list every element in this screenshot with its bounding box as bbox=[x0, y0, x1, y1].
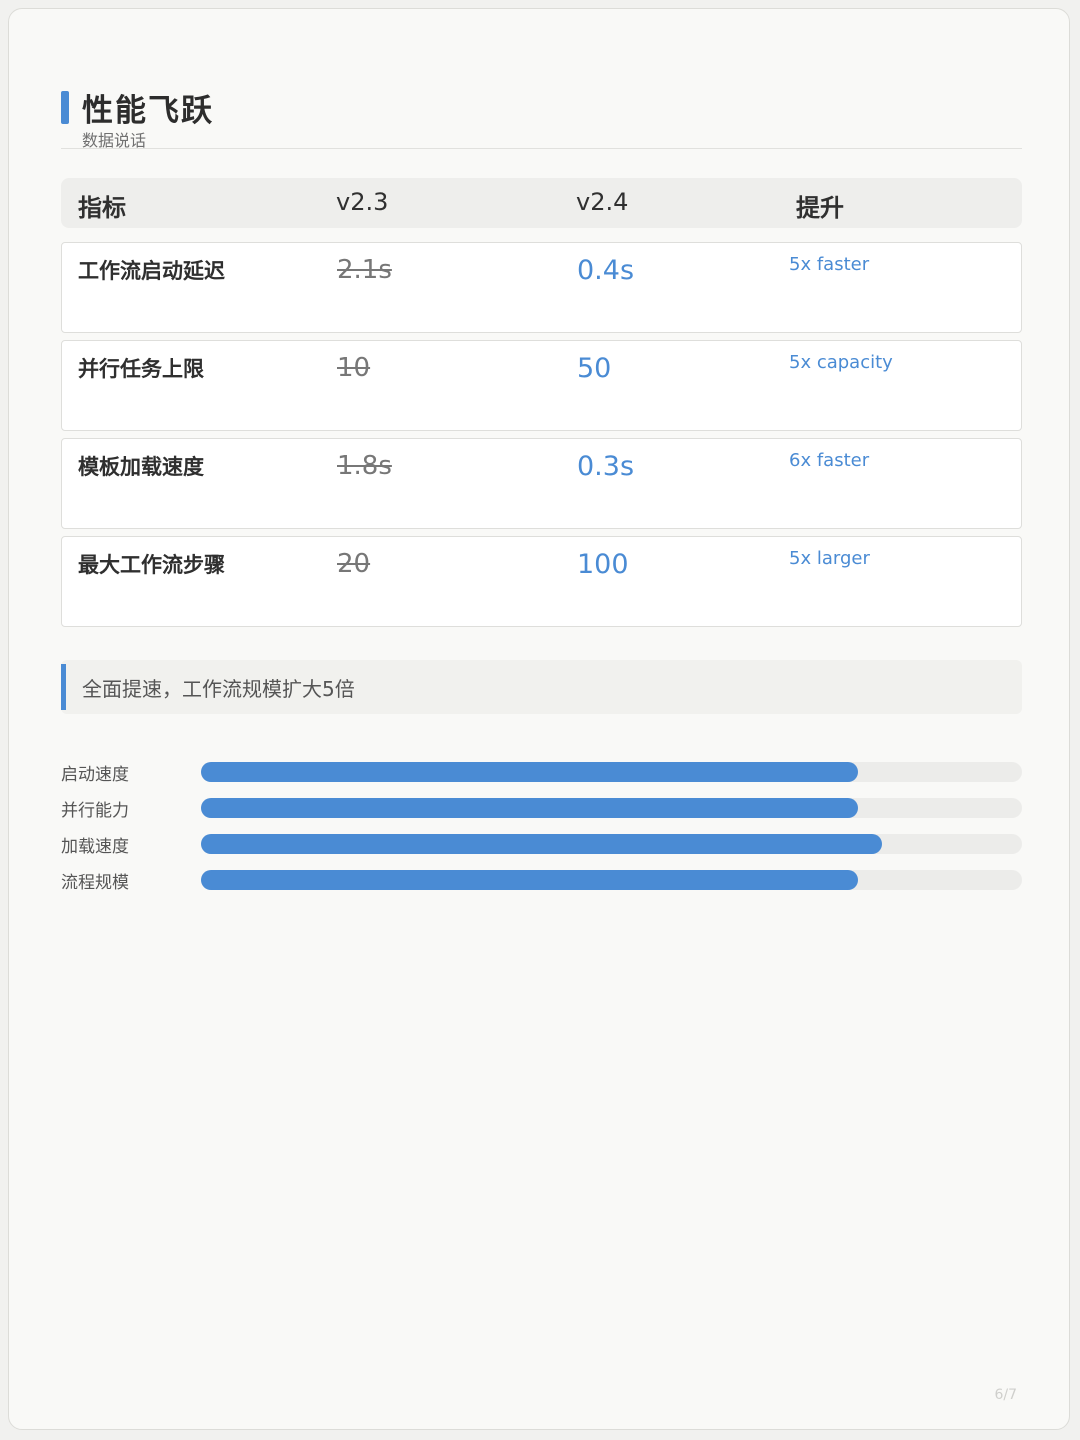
summary-callout: 全面提速，工作流规模扩大5倍 bbox=[61, 660, 1022, 714]
progress-bar-track bbox=[201, 762, 1022, 782]
callout-text: 全面提速，工作流规模扩大5倍 bbox=[82, 677, 355, 701]
progress-bar-row: 加载速度 bbox=[61, 833, 1022, 857]
old-value: 1.8s bbox=[337, 451, 392, 481]
progress-bar-label: 启动速度 bbox=[61, 765, 129, 785]
page-number: 6/7 bbox=[994, 1387, 1017, 1403]
improvement-value: 6x faster bbox=[789, 450, 870, 471]
old-value: 10 bbox=[337, 353, 371, 383]
old-value: 20 bbox=[337, 549, 371, 579]
old-value: 2.1s bbox=[337, 255, 392, 285]
progress-bar-label: 加载速度 bbox=[61, 837, 129, 857]
new-value: 100 bbox=[577, 549, 629, 580]
title-divider bbox=[61, 148, 1022, 149]
metric-name: 并行任务上限 bbox=[78, 357, 204, 381]
new-value: 0.4s bbox=[577, 255, 635, 286]
improvement-value: 5x capacity bbox=[789, 352, 893, 373]
table-row: 模板加载速度 1.8s 0.3s 6x faster bbox=[61, 438, 1022, 529]
page-title: 性能飞跃 bbox=[82, 93, 214, 129]
improvement-value: 5x faster bbox=[789, 254, 870, 275]
table-row: 最大工作流步骤 20 100 5x larger bbox=[61, 536, 1022, 627]
column-header-improvement: 提升 bbox=[796, 194, 844, 222]
callout-accent-bar bbox=[61, 664, 66, 710]
new-value: 50 bbox=[577, 353, 612, 384]
progress-bar-label: 流程规模 bbox=[61, 873, 129, 893]
progress-bar-fill bbox=[201, 762, 858, 782]
column-header-metric: 指标 bbox=[78, 194, 126, 222]
column-header-old-version: v2.3 bbox=[336, 188, 389, 216]
progress-bar-fill bbox=[201, 870, 858, 890]
improvement-value: 5x larger bbox=[789, 548, 870, 569]
table-row: 工作流启动延迟 2.1s 0.4s 5x faster bbox=[61, 242, 1022, 333]
progress-bar-label: 并行能力 bbox=[61, 801, 129, 821]
table-row: 并行任务上限 10 50 5x capacity bbox=[61, 340, 1022, 431]
metric-name: 模板加载速度 bbox=[78, 455, 204, 479]
progress-bar-row: 并行能力 bbox=[61, 797, 1022, 821]
progress-bar-fill bbox=[201, 834, 883, 854]
table-header: 指标 v2.3 v2.4 提升 bbox=[61, 178, 1022, 228]
metric-name: 最大工作流步骤 bbox=[78, 553, 225, 577]
progress-bar-fill bbox=[201, 798, 858, 818]
title-accent-bar bbox=[61, 91, 69, 124]
progress-bar-track bbox=[201, 798, 1022, 818]
column-header-new-version: v2.4 bbox=[576, 188, 629, 216]
progress-bar-row: 启动速度 bbox=[61, 761, 1022, 785]
metric-name: 工作流启动延迟 bbox=[78, 259, 225, 283]
slide-card: 性能飞跃 数据说话 指标 v2.3 v2.4 提升 工作流启动延迟 2.1s 0… bbox=[8, 8, 1070, 1430]
progress-bar-row: 流程规模 bbox=[61, 869, 1022, 893]
progress-bar-track bbox=[201, 834, 1022, 854]
progress-bar-track bbox=[201, 870, 1022, 890]
new-value: 0.3s bbox=[577, 451, 635, 482]
